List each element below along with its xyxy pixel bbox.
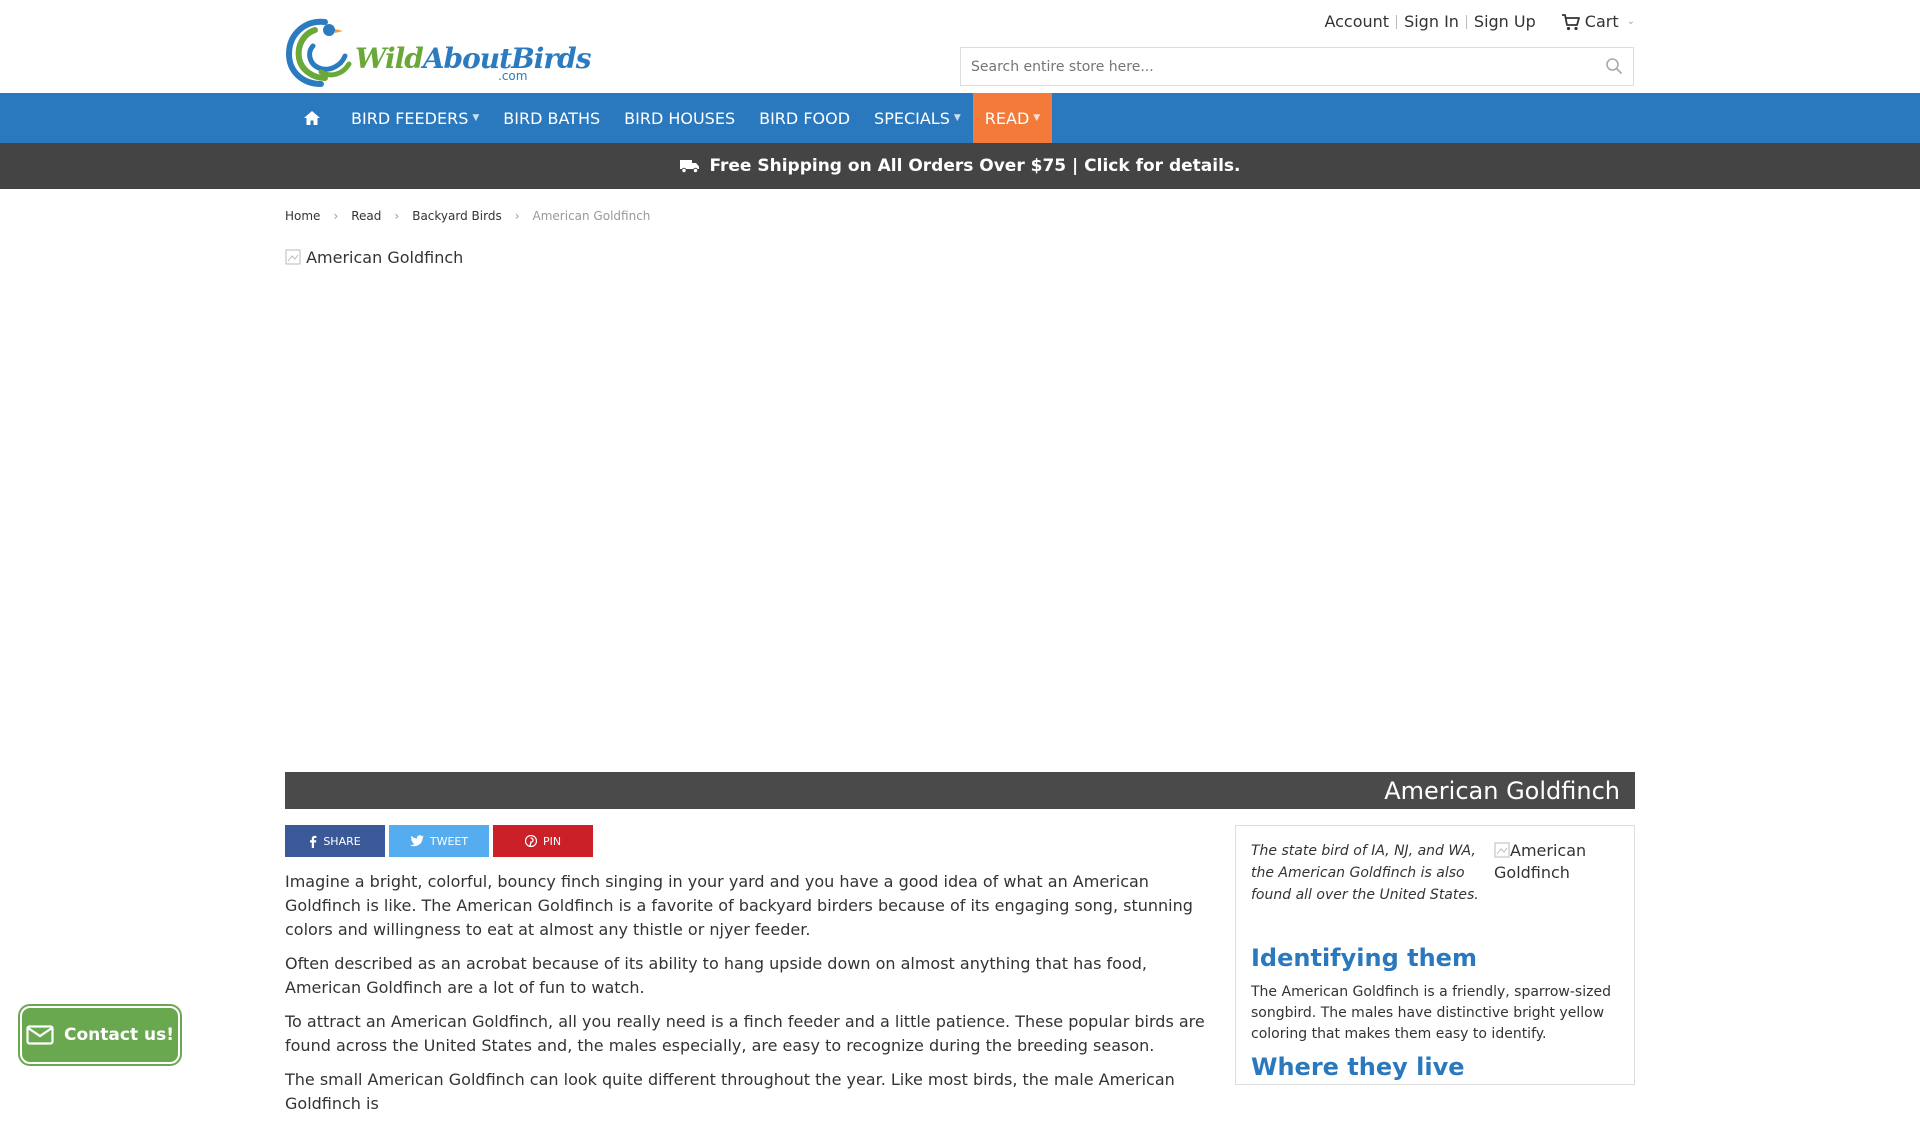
breadcrumb-category[interactable]: Backyard Birds [412, 209, 501, 223]
pinterest-pin-button[interactable]: PIN [493, 825, 593, 857]
logo-suffix: .com [498, 69, 528, 83]
facebook-share-button[interactable]: SHARE [285, 825, 385, 857]
hero-image-alt: American Goldfinch [306, 248, 464, 267]
chevron-right-icon: › [333, 209, 339, 223]
cart-label: Cart [1584, 12, 1619, 31]
search-box [960, 47, 1634, 86]
chevron-down-icon: ▼ [472, 113, 480, 123]
cart-button[interactable]: Cart ⌄ [1561, 12, 1635, 31]
nav-label: BIRD FEEDERS [351, 108, 469, 128]
truck-icon [680, 160, 700, 174]
chevron-right-icon: › [394, 209, 400, 223]
paragraph: Often described as an acrobat because of… [285, 954, 1147, 997]
search-icon[interactable] [1605, 57, 1623, 75]
logo-wordmark: WildAboutBirds [355, 42, 591, 75]
broken-image-icon [1494, 842, 1510, 858]
nav-read[interactable]: READ ▼ [972, 93, 1053, 143]
twitter-tweet-button[interactable]: TWEET [389, 825, 489, 857]
sidebar-caption: The state bird of IA, NJ, and WA, the Am… [1251, 843, 1479, 903]
sign-in-link[interactable]: Sign In [1397, 12, 1466, 31]
facebook-icon [310, 835, 317, 848]
share-buttons: SHARE TWEET PIN [285, 825, 593, 857]
main-nav: BIRD FEEDERS ▼ BIRD BATHS BIRD HOUSES BIR… [0, 93, 1920, 143]
nav-label: BIRD FOOD [759, 108, 851, 128]
search-input[interactable] [961, 48, 1581, 85]
site-header: WildAboutBirds .com Account Sign In Sign… [0, 0, 1920, 93]
sidebar-image: American Goldfinch [1494, 840, 1604, 884]
nav-bird-houses[interactable]: BIRD HOUSES [612, 93, 747, 143]
chevron-down-icon: ▼ [953, 113, 961, 123]
nav-bird-feeders[interactable]: BIRD FEEDERS ▼ [339, 93, 491, 143]
page-title: American Goldfinch [285, 772, 1635, 809]
chevron-right-icon: › [514, 209, 520, 223]
nav-label: READ [984, 108, 1030, 128]
top-links: Account Sign In Sign Up Cart ⌄ [1317, 12, 1635, 31]
bird-logo-icon [285, 18, 352, 87]
nav-label: BIRD BATHS [503, 108, 601, 128]
sidebar-heading: Where they live [1251, 1053, 1465, 1081]
share-label: SHARE [323, 834, 361, 848]
share-label: PIN [542, 834, 562, 848]
paragraph: Imagine a bright, colorful, bouncy finch… [285, 872, 1193, 939]
free-shipping-banner[interactable]: Free Shipping on All Orders Over $75 | C… [0, 143, 1920, 189]
breadcrumb: Home › Read › Backyard Birds › American … [285, 209, 650, 223]
twitter-icon [409, 835, 424, 847]
shipping-text: Free Shipping on All Orders Over $75 | C… [709, 156, 1241, 176]
site-logo[interactable]: WildAboutBirds .com [285, 16, 591, 88]
home-icon [304, 111, 320, 125]
nav-home[interactable] [285, 93, 339, 143]
envelope-icon [26, 1025, 54, 1045]
broken-image-icon [285, 249, 301, 265]
info-sidebar: The state bird of IA, NJ, and WA, the Am… [1235, 825, 1635, 1085]
hero-image: American Goldfinch [285, 248, 463, 267]
account-link[interactable]: Account [1317, 12, 1396, 31]
contact-label: Contact us! [64, 1025, 174, 1045]
paragraph: The small American Goldfinch can look qu… [285, 1070, 1175, 1113]
paragraph: To attract an American Goldfinch, all yo… [285, 1012, 1205, 1055]
cart-icon [1561, 13, 1580, 30]
article-body: Imagine a bright, colorful, bouncy finch… [285, 870, 1205, 1126]
nav-label: SPECIALS [874, 108, 950, 128]
nav-bird-food[interactable]: BIRD FOOD [747, 93, 862, 143]
nav-bird-baths[interactable]: BIRD BATHS [491, 93, 612, 143]
breadcrumb-home[interactable]: Home [285, 209, 320, 223]
breadcrumb-current: American Goldfinch [532, 209, 651, 223]
pinterest-icon [524, 835, 537, 847]
contact-us-button[interactable]: Contact us! [20, 1006, 180, 1064]
sign-up-link[interactable]: Sign Up [1467, 12, 1543, 31]
sidebar-text: The American Goldfinch is a friendly, sp… [1251, 984, 1611, 1042]
share-label: TWEET [429, 834, 469, 848]
nav-label: BIRD HOUSES [624, 108, 736, 128]
sidebar-heading: Identifying them [1251, 944, 1477, 972]
breadcrumb-read[interactable]: Read [351, 209, 381, 223]
chevron-down-icon: ▼ [1033, 113, 1041, 123]
chevron-down-icon: ⌄ [1626, 16, 1635, 27]
nav-specials[interactable]: SPECIALS ▼ [862, 93, 973, 143]
